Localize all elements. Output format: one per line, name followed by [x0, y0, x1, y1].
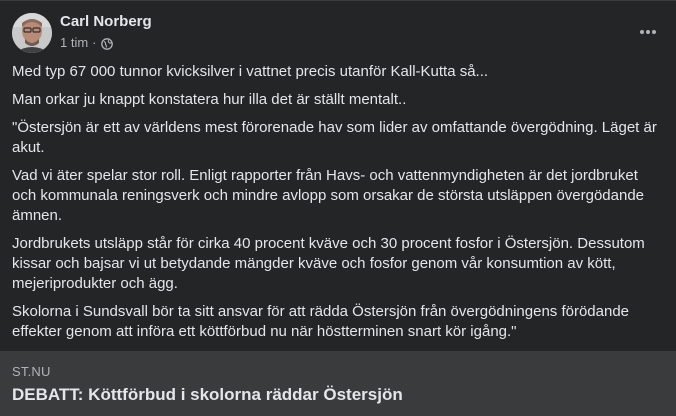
link-preview-card[interactable]: ST.NU DEBATT: Köttförbud i skolorna rädd… — [0, 351, 676, 416]
post-header: Carl Norberg 1 tim · — [12, 13, 152, 53]
more-horizontal-icon — [640, 30, 656, 34]
post-timestamp[interactable]: 1 tim — [60, 34, 88, 52]
post-meta: Carl Norberg 1 tim · — [60, 12, 152, 52]
post-body: Med typ 67 000 tunnor kvicksilver i vatt… — [12, 62, 662, 350]
more-options-button[interactable] — [636, 21, 660, 43]
separator-dot: · — [92, 35, 97, 50]
post-paragraph: Vad vi äter spelar stor roll. Enligt rap… — [12, 167, 645, 224]
post-card: Carl Norberg 1 tim · Med typ 67 000 tunn… — [0, 0, 676, 416]
post-paragraph: Med typ 67 000 tunnor kvicksilver i vatt… — [12, 63, 489, 80]
post-paragraph: Skolorna i Sundsvall bör ta sitt ansvar … — [12, 303, 630, 340]
link-domain: ST.NU — [12, 364, 51, 379]
author-name[interactable]: Carl Norberg — [60, 12, 152, 32]
link-title[interactable]: DEBATT: Köttförbud i skolorna räddar Öst… — [12, 384, 664, 406]
avatar-image — [12, 13, 52, 53]
post-paragraph: "Östersjön är ett av världens mest föror… — [12, 119, 657, 156]
post-subline: 1 tim · — [60, 34, 152, 52]
globe-icon[interactable] — [100, 37, 113, 50]
avatar[interactable] — [12, 13, 52, 53]
post-paragraph: Jordbrukets utsläpp står för cirka 40 pr… — [12, 235, 645, 292]
post-paragraph: Man orkar ju knappt konstatera hur illa … — [12, 91, 407, 108]
